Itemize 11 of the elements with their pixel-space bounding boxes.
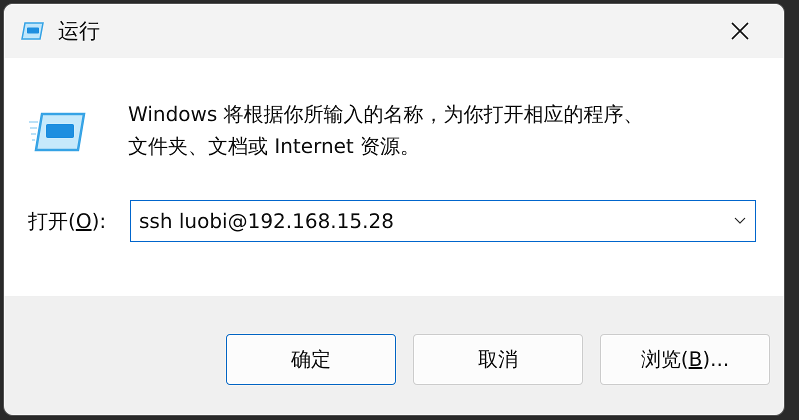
window-title: 运行 — [58, 18, 101, 45]
open-label: 打开(O): — [28, 208, 108, 234]
run-icon — [20, 22, 44, 40]
dialog-button[interactable]: 确定 — [226, 334, 396, 385]
description-text: Windows 将根据你所输入的名称，为你打开相应的程序、文件夹、文档或 Internet 资源。 — [128, 101, 645, 160]
dialog-button[interactable]: 浏览(B)... — [600, 334, 770, 385]
chevron-down-icon — [734, 217, 746, 225]
run-icon — [28, 112, 88, 152]
dialog-button[interactable]: 取消 — [413, 334, 583, 385]
command-field[interactable]: ssh luobi@192.168.15.28 — [130, 200, 756, 242]
close-icon — [731, 22, 749, 40]
